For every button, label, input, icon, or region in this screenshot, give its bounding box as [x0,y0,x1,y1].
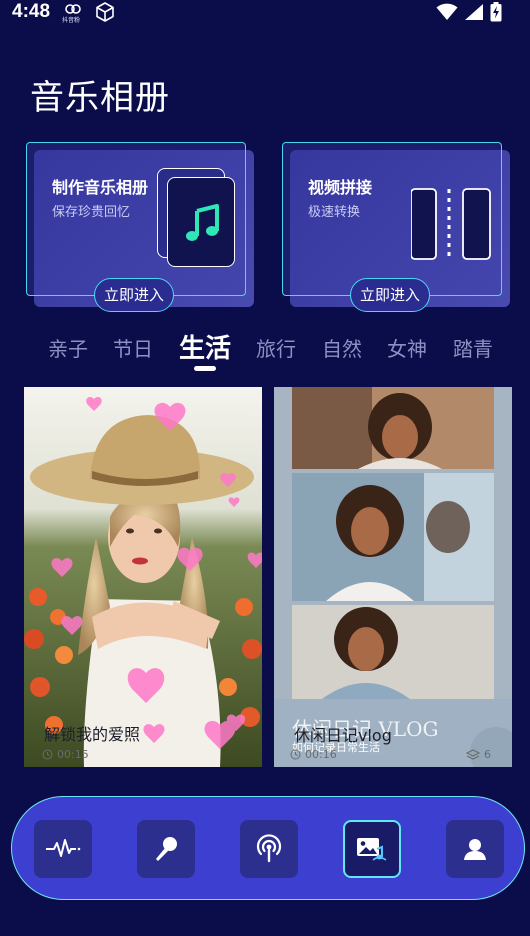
tab-parent-child[interactable]: 亲子 [48,333,88,362]
music-note-illustration [157,168,239,270]
template-caption: 解锁我的爱照 [44,725,141,744]
template-layer-count: 6 [466,748,491,761]
wifi-icon [436,3,458,20]
clock-icon [290,749,301,760]
category-tabs: 亲子 节日 生活 旅行 自然 女神 踏青 [0,328,530,372]
template-duration-text: 00:15 [57,748,89,761]
battery-charging-icon [490,2,502,22]
card-frame: 视频拼接 极速转换 [282,142,502,296]
card-title: 视频拼接 [308,178,373,197]
music-album-enter-button[interactable]: 立即进入 [94,278,174,312]
music-note-icon [186,204,219,241]
card-subtitle: 保存珍贵回忆 [52,205,131,220]
tab-life[interactable]: 生活 [179,328,231,365]
tab-travel[interactable]: 旅行 [256,333,296,362]
tab-nature[interactable]: 自然 [322,333,362,362]
waveform-icon [46,839,81,857]
template-layer-count-text: 6 [484,748,491,761]
template-preview-image [24,387,262,767]
active-tab-indicator [194,366,216,371]
clock-icon [42,749,53,760]
layers-icon [466,748,480,760]
template-duration: 00:16 [290,748,337,761]
tab-spring-outing[interactable]: 踏青 [453,333,493,362]
tab-goddess[interactable]: 女神 [387,333,427,362]
template-preview-image [274,387,512,767]
podcast-icon [256,834,282,863]
card-subtitle: 极速转换 [308,205,361,220]
template-card-love-photo[interactable]: 解锁我的爱照 00:15 [24,387,262,767]
status-bar: 4:48 抖音粉 [0,0,530,26]
video-splice-icon [411,188,491,260]
template-duration-text: 00:16 [305,748,337,761]
video-splice-enter-button[interactable]: 立即进入 [350,278,430,312]
card-title: 制作音乐相册 [52,178,149,197]
nav-profile-button[interactable] [446,820,504,878]
microphone-icon [156,837,177,861]
status-time: 4:48 [12,1,51,22]
user-icon [464,839,486,860]
nav-photo-music-button[interactable] [343,820,401,878]
status-app-label: 抖音粉 [62,17,81,24]
box-icon [96,2,114,22]
nav-podcast-button[interactable] [240,820,298,878]
video-splice-card[interactable]: 视频拼接 极速转换 立即进入 [282,142,510,312]
tab-holiday[interactable]: 节日 [113,333,153,362]
nav-microphone-button[interactable] [137,820,195,878]
cellular-signal-icon [465,4,483,20]
card-frame: 制作音乐相册 保存珍贵回忆 [26,142,246,296]
bottom-navigation [11,796,525,900]
template-card-leisure-vlog[interactable]: 休闲日记 VLOG 休闲日记vlog 如何记录日常生活 00:16 6 [274,387,512,767]
photo-music-icon [357,838,387,861]
template-duration: 00:15 [42,748,89,761]
nav-waveform-button[interactable] [34,820,92,878]
page-title: 音乐相册 [30,78,170,118]
make-music-album-card[interactable]: 制作音乐相册 保存珍贵回忆 立即进入 [26,142,254,312]
